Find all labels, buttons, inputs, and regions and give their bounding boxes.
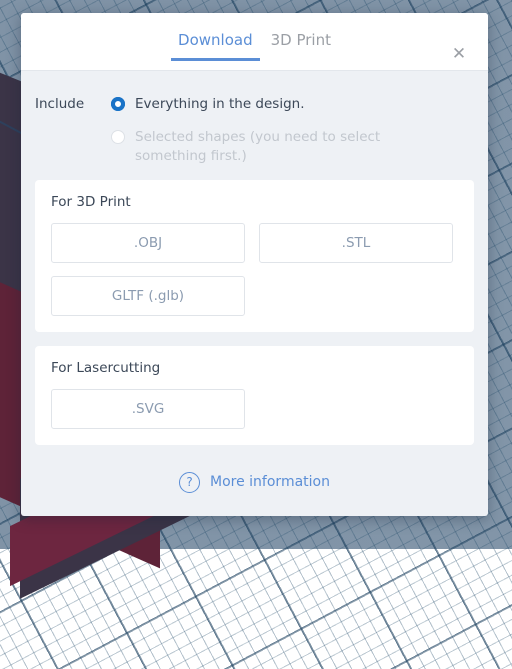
radio-unselected-icon xyxy=(111,130,125,144)
download-obj-button[interactable]: .OBJ xyxy=(51,223,245,263)
modal-body: Include Everything in the design. Select… xyxy=(21,71,488,493)
more-information-link[interactable]: ? More information xyxy=(21,459,488,493)
card-for-3d-print: For 3D Print .OBJ .STL GLTF (.glb) xyxy=(35,180,474,332)
tab-3d-print[interactable]: 3D Print xyxy=(262,13,340,48)
card-for-lasercutting: For Lasercutting .SVG xyxy=(35,346,474,445)
more-information-label: More information xyxy=(210,474,330,490)
close-icon[interactable]: ✕ xyxy=(448,43,470,65)
modal-header: Download 3D Print ✕ xyxy=(21,13,488,71)
download-svg-button[interactable]: .SVG xyxy=(51,389,245,429)
include-radio-group: Everything in the design. Selected shape… xyxy=(111,95,488,180)
modal-tabs: Download 3D Print xyxy=(21,13,488,70)
format-button-grid-3d-print: .OBJ .STL GLTF (.glb) xyxy=(51,223,458,316)
download-gltf-button[interactable]: GLTF (.glb) xyxy=(51,276,245,316)
question-mark-circle-icon: ? xyxy=(179,472,200,493)
radio-selected-shapes-label: Selected shapes (you need to select some… xyxy=(135,128,385,167)
card-title-3d-print: For 3D Print xyxy=(51,194,458,210)
card-title-lasercutting: For Lasercutting xyxy=(51,360,458,376)
radio-everything-in-design[interactable]: Everything in the design. xyxy=(111,95,488,115)
download-modal: Download 3D Print ✕ Include Everything i… xyxy=(21,13,488,516)
include-row: Include Everything in the design. Select… xyxy=(21,71,488,180)
radio-everything-label: Everything in the design. xyxy=(135,95,305,115)
radio-selected-icon xyxy=(111,97,125,111)
format-button-grid-lasercutting: .SVG xyxy=(51,389,458,429)
include-label: Include xyxy=(21,95,111,180)
radio-selected-shapes: Selected shapes (you need to select some… xyxy=(111,128,488,167)
tab-download[interactable]: Download xyxy=(169,13,262,48)
download-stl-button[interactable]: .STL xyxy=(259,223,453,263)
